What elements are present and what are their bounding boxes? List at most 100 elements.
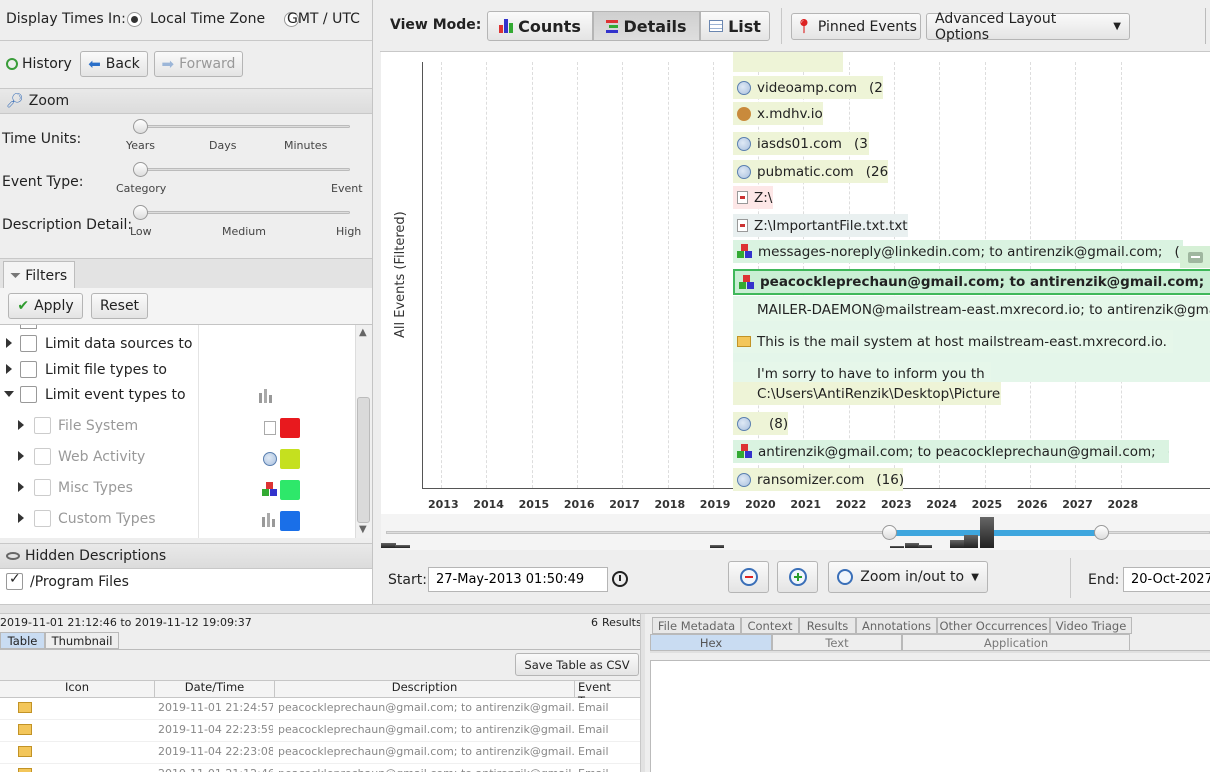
file-types-checkbox[interactable] <box>20 361 37 378</box>
timeline-event[interactable]: messages-noreply@linkedin.com; to antire… <box>733 240 1183 263</box>
zoom-header[interactable]: 🔎︎ Zoom <box>0 88 372 114</box>
hidden-descriptions-header[interactable]: Hidden Descriptions <box>0 543 372 569</box>
column-description[interactable]: Description <box>275 680 575 697</box>
scroll-up-icon[interactable]: ▲ <box>359 327 367 338</box>
timeline-event[interactable]: This is the mail system at host mailstre… <box>733 330 1173 353</box>
end-date-field[interactable] <box>1123 567 1210 592</box>
gmt-label[interactable]: GMT / UTC <box>287 11 360 27</box>
content-tab[interactable]: Context <box>741 617 799 634</box>
web-activity-checkbox[interactable] <box>34 448 51 465</box>
timeline-event[interactable]: (8) <box>733 412 788 435</box>
timeline-event[interactable]: Z:\ <box>733 186 773 209</box>
event-type-slider[interactable] <box>136 168 350 171</box>
list-mode-button[interactable]: List <box>700 11 770 41</box>
advanced-layout-dropdown[interactable]: Advanced Layout Options ▼ <box>926 11 1130 43</box>
hex-view[interactable] <box>650 660 1210 772</box>
table-row[interactable]: 2019-11-04 22:23:59 peacockleprechaun@gma… <box>0 720 640 742</box>
content-tab[interactable]: Results <box>799 617 856 634</box>
file-icon <box>737 219 748 232</box>
apply-button[interactable]: ✔ Apply <box>8 293 83 319</box>
counts-mode-button[interactable]: Counts <box>487 11 593 41</box>
timeline-event[interactable]: videoamp.com (2) <box>733 76 883 99</box>
timeline-event[interactable]: MAILER-DAEMON@mailstream-east.mxrecord.i… <box>733 298 1210 321</box>
timeline-event[interactable]: Z:\ImportantFile.txt.txt <box>733 214 908 237</box>
expand-icon[interactable] <box>18 482 24 492</box>
column-icon[interactable]: Icon <box>0 680 155 697</box>
event-type-custom-types[interactable]: Custom Types <box>58 511 156 527</box>
file-system-checkbox[interactable] <box>34 417 51 434</box>
table-row[interactable]: 2019-11-01 21:12:46 peacockleprechaun@gma… <box>0 764 640 772</box>
filter-file-types[interactable]: Limit file types to <box>45 362 167 378</box>
local-time-label[interactable]: Local Time Zone <box>150 11 265 27</box>
expand-icon[interactable] <box>6 364 12 374</box>
event-type-web-activity[interactable]: Web Activity <box>58 449 145 465</box>
clock-icon[interactable] <box>612 571 628 587</box>
expand-icon[interactable] <box>18 451 24 461</box>
timeline-event[interactable]: x.mdhv.io <box>733 102 823 125</box>
timeline-event[interactable]: ransomizer.com (16) <box>733 468 903 491</box>
event-bar[interactable] <box>733 52 843 72</box>
forward-button[interactable]: ➡ Forward <box>154 51 243 77</box>
local-time-radio[interactable] <box>127 12 142 27</box>
timeline-event[interactable]: iasds01.com (3) <box>733 132 869 155</box>
scroll-down-icon[interactable]: ▼ <box>359 524 367 535</box>
tab-thumbnail[interactable]: Thumbnail <box>45 632 119 649</box>
event-type-misc-types[interactable]: Misc Types <box>58 480 133 496</box>
custom-types-checkbox[interactable] <box>34 510 51 527</box>
start-date-field[interactable] <box>428 567 608 592</box>
column-event-type[interactable]: Event Type <box>575 680 640 708</box>
vertical-splitter[interactable] <box>640 614 645 772</box>
file-system-color-swatch[interactable] <box>280 418 300 438</box>
content-subtab[interactable]: Text <box>772 634 902 651</box>
collapse-button[interactable] <box>1188 252 1203 263</box>
event-type-file-system[interactable]: File System <box>58 418 138 434</box>
web-activity-color-swatch[interactable] <box>280 449 300 469</box>
pinned-events-button[interactable]: 📍︎ Pinned Events <box>791 13 921 40</box>
filter-event-types[interactable]: Limit event types to <box>45 387 186 403</box>
range-start-knob[interactable] <box>882 525 897 540</box>
table-row[interactable]: 2019-11-01 21:24:57 peacockleprechaun@gma… <box>0 698 640 720</box>
back-button[interactable]: ⬅ Back <box>80 51 148 77</box>
time-units-knob[interactable] <box>133 119 148 134</box>
zoom-in-button[interactable] <box>777 561 818 593</box>
details-mode-button[interactable]: Details <box>593 11 700 41</box>
tab-filters[interactable]: ⏷ Filters <box>3 261 75 289</box>
zoom-out-button[interactable] <box>728 561 769 593</box>
filter-scroll-thumb[interactable] <box>357 397 370 523</box>
table-row[interactable]: 2019-11-04 22:23:08 peacockleprechaun@gma… <box>0 742 640 764</box>
event-types-checkbox[interactable] <box>20 386 37 403</box>
expand-icon[interactable] <box>6 338 12 348</box>
content-tab[interactable]: File Metadata <box>652 617 741 634</box>
save-csv-button[interactable]: Save Table as CSV <box>515 653 639 676</box>
timeline-event[interactable]: peacockleprechaun@gmail.com; to antirenz… <box>733 269 1210 295</box>
content-tab[interactable]: Other Occurrences <box>937 617 1050 634</box>
timeline-event[interactable]: C:\Users\AntiRenzik\Desktop\Pictures <box>733 382 1001 405</box>
content-subtab[interactable]: Application <box>902 634 1130 651</box>
data-sources-checkbox[interactable] <box>20 335 37 352</box>
reset-button[interactable]: Reset <box>91 293 148 319</box>
splitter[interactable] <box>0 604 1210 614</box>
filter-data-sources[interactable]: Limit data sources to <box>45 336 192 352</box>
hidden-description-item[interactable]: /Program Files <box>30 574 129 590</box>
content-tab[interactable]: Annotations <box>856 617 937 634</box>
description-detail-knob[interactable] <box>133 205 148 220</box>
tab-table[interactable]: Table <box>0 632 45 649</box>
content-tab[interactable]: Video Triage <box>1050 617 1132 634</box>
expand-icon[interactable] <box>18 513 24 523</box>
expand-icon[interactable] <box>18 420 24 430</box>
column-date-time[interactable]: Date/Time <box>155 680 275 697</box>
range-end-knob[interactable] <box>1094 525 1109 540</box>
content-subtab[interactable]: Hex <box>650 634 772 651</box>
checkbox-partial[interactable] <box>20 325 37 329</box>
custom-types-color-swatch[interactable] <box>280 511 300 531</box>
event-type-knob[interactable] <box>133 162 148 177</box>
misc-types-color-swatch[interactable] <box>280 480 300 500</box>
collapse-icon[interactable] <box>4 391 14 397</box>
timeline-event[interactable]: pubmatic.com (26) <box>733 160 888 183</box>
zoom-to-dropdown[interactable]: Zoom in/out to ▼ <box>828 561 988 593</box>
misc-types-checkbox[interactable] <box>34 479 51 496</box>
range-selected[interactable] <box>890 530 1102 536</box>
timeline-event[interactable]: antirenzik@gmail.com; to peacockleprecha… <box>733 440 1169 463</box>
description-detail-slider[interactable] <box>136 211 350 214</box>
time-units-slider[interactable] <box>136 125 350 128</box>
